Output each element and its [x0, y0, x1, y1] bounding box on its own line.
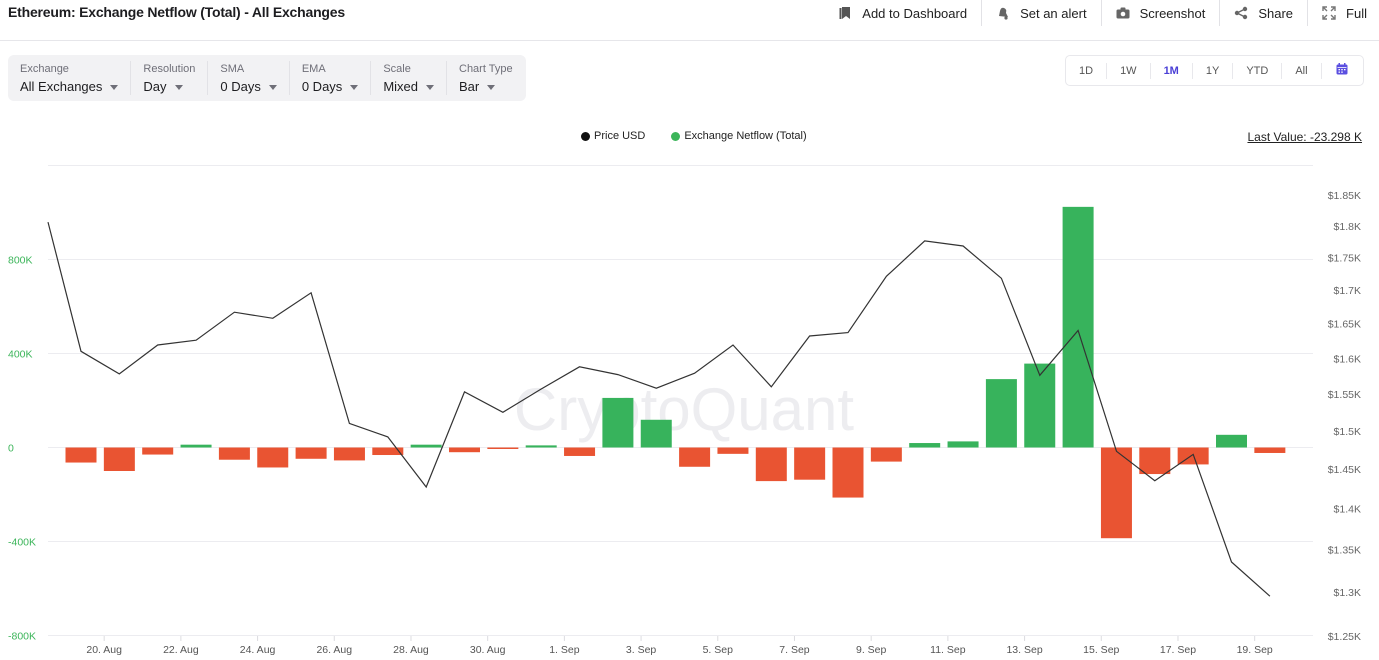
netflow-bar [1254, 447, 1286, 453]
right-axis-tick-label: $1.65K [1328, 319, 1361, 331]
x-axis-tick-label: 26. Aug [316, 644, 352, 656]
netflow-bar [410, 444, 442, 448]
x-axis-tick-label: 5. Sep [703, 644, 734, 656]
netflow-bar [180, 444, 212, 448]
legend-item-price[interactable]: Price USD [581, 130, 645, 142]
left-axis-tick-label: 800K [8, 255, 33, 267]
legend-dot-price [581, 131, 590, 141]
netflow-bar [257, 447, 289, 468]
right-axis-tick-label: $1.55K [1328, 389, 1361, 401]
netflow-bar [295, 447, 327, 459]
right-axis-tick-label: $1.4K [1334, 504, 1361, 516]
netflow-bar [564, 447, 596, 456]
netflow-bar [640, 419, 672, 448]
netflow-bar [717, 447, 749, 454]
left-axis-labels: -800K -400K 0 400K 800K [8, 255, 36, 643]
legend-item-netflow[interactable]: Exchange Netflow (Total) [671, 130, 807, 142]
left-axis-tick-label: -800K [8, 631, 36, 643]
right-axis-tick-label: $1.8K [1334, 221, 1361, 233]
legend-label-netflow: Exchange Netflow (Total) [684, 130, 807, 142]
netflow-bar [1139, 447, 1171, 475]
netflow-bars [65, 206, 1286, 539]
netflow-bar [602, 397, 634, 448]
last-value: Last Value: -23.298 K [1247, 130, 1362, 144]
x-axis-tick-label: 9. Sep [856, 644, 887, 656]
right-axis-tick-label: $1.75K [1328, 253, 1361, 265]
x-axis-tick-label: 15. Sep [1083, 644, 1119, 656]
right-axis-tick-label: $1.7K [1334, 285, 1361, 297]
right-axis-tick-label: $1.6K [1334, 353, 1361, 365]
netflow-bar [1100, 447, 1132, 539]
right-axis-tick-label: $1.45K [1328, 464, 1361, 476]
x-axis-tick-label: 22. Aug [163, 644, 199, 656]
netflow-bar [142, 447, 174, 455]
right-axis-tick-label: $1.85K [1328, 190, 1361, 202]
left-axis-tick-label: 400K [8, 349, 33, 361]
x-axis-tick-label: 7. Sep [779, 644, 810, 656]
netflow-bar [65, 447, 97, 463]
right-axis-tick-label: $1.25K [1328, 631, 1361, 643]
netflow-bar [218, 447, 250, 460]
x-axis-tick-label: 19. Sep [1237, 644, 1273, 656]
x-axis-tick-label: 3. Sep [626, 644, 657, 656]
right-axis-tick-label: $1.5K [1334, 426, 1361, 438]
netflow-bar [449, 447, 480, 453]
x-axis-tick-label: 24. Aug [240, 644, 276, 656]
netflow-bar [487, 447, 519, 449]
x-axis-tick-label: 17. Sep [1160, 644, 1196, 656]
chart-legend: Price USD Exchange Netflow (Total) [581, 130, 833, 142]
left-axis-tick-label: -400K [8, 537, 36, 549]
netflow-bar [1216, 434, 1247, 448]
watermark: CryptoQuant [514, 376, 854, 443]
netflow-bar [1062, 206, 1094, 448]
right-axis-tick-label: $1.35K [1328, 544, 1361, 556]
x-axis-tick-label: 1. Sep [549, 644, 580, 656]
netflow-bar [909, 443, 941, 448]
x-axis-tick-label: 28. Aug [393, 644, 429, 656]
x-axis-labels: 20. Aug 22. Aug 24. Aug 26. Aug 28. Aug 30. A… [86, 636, 1273, 656]
legend-label-price: Price USD [594, 130, 646, 142]
right-axis-tick-label: $1.3K [1334, 587, 1361, 599]
netflow-bar [832, 447, 864, 498]
x-axis-tick-label: 13. Sep [1006, 644, 1042, 656]
netflow-chart[interactable]: CryptoQuant -800K-400K0400K800K $1.25K$1… [0, 0, 1379, 660]
legend-dot-netflow [671, 131, 681, 141]
right-axis-labels: $1.25K $1.3K $1.35K $1.4K $1.45K $1.5K $1.55K $… [1328, 190, 1361, 643]
netflow-bar [985, 379, 1017, 448]
netflow-bar [870, 447, 902, 462]
x-axis-tick-label: 11. Sep [930, 644, 966, 656]
netflow-bar [333, 447, 365, 461]
netflow-bar [103, 447, 135, 471]
x-axis-tick-label: 30. Aug [470, 644, 506, 656]
x-axis-tick-label: 20. Aug [86, 644, 122, 656]
netflow-bar [679, 447, 711, 467]
netflow-bar [525, 445, 557, 448]
netflow-bar [794, 447, 826, 480]
left-axis-tick-label: 0 [8, 443, 14, 455]
netflow-bar [755, 447, 787, 482]
netflow-bar [947, 441, 979, 448]
